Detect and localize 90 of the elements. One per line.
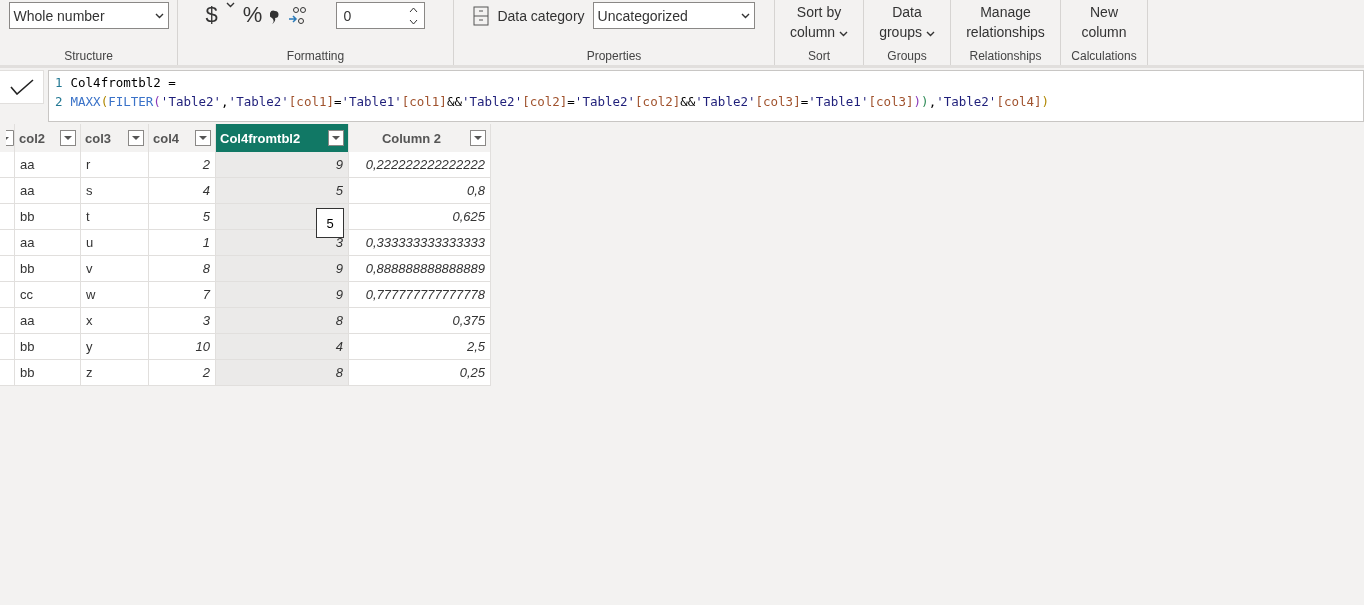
percent-button[interactable]: % (242, 2, 263, 28)
table-cell: 0,25 (349, 360, 491, 386)
table-cell: 8 (216, 308, 349, 334)
filter-dropdown-icon[interactable] (470, 130, 486, 146)
formula-editor[interactable]: 1 Col4fromtbl2 = 2 MAXX(FILTER('Table2','Table2'[col1]='Table1'[col1]&&'Table2'[col2]='Table2'[col2]&&'Table2'[col3]='Table1'[col3])),'Table2'[col4]) (48, 70, 1364, 122)
data-category-label: Data category (497, 8, 585, 24)
table-cell: 0,777777777777778 (349, 282, 491, 308)
table-cell: 2 (149, 360, 216, 386)
table-cell (0, 152, 15, 178)
chevron-down-icon (154, 12, 164, 19)
column-header[interactable]: Col4fromtbl2 (216, 124, 349, 152)
commit-button[interactable] (0, 70, 44, 104)
table-cell: 1 (149, 230, 216, 256)
table-cell: x (81, 308, 149, 334)
group-label: Formatting (285, 49, 346, 65)
table-cell: y (81, 334, 149, 360)
data-category-select[interactable]: Uncategorized (592, 2, 755, 29)
ribbon-button[interactable]: Manage relationships (962, 2, 1049, 42)
table-cell: 0,222222222222222 (349, 152, 491, 178)
group-label: Sort (807, 49, 831, 65)
table-cell: aa (15, 152, 81, 178)
table-cell: bb (15, 360, 81, 386)
table-cell: 10 (149, 334, 216, 360)
decimal-places-field[interactable]: 0 (336, 2, 426, 29)
table-cell: aa (15, 178, 81, 204)
tooltip: 5 (316, 208, 344, 238)
ribbon-button[interactable]: Data groups (875, 2, 939, 42)
table-cell (0, 230, 15, 256)
table-cell: r (81, 152, 149, 178)
chevron-down-icon (740, 12, 750, 19)
line-number: 1 (55, 75, 63, 90)
table-cell: t (81, 204, 149, 230)
filter-dropdown-icon[interactable] (6, 130, 14, 146)
table-cell (0, 256, 15, 282)
filter-dropdown-icon[interactable] (328, 130, 344, 146)
table-cell: s (81, 178, 149, 204)
table-cell (0, 178, 15, 204)
group-label: Relationships (968, 49, 1043, 65)
table-cell: 0,8 (349, 178, 491, 204)
table-cell (0, 282, 15, 308)
group-label: Structure (63, 49, 114, 65)
data-type-select[interactable]: Whole number (8, 2, 169, 29)
table-cell: 0,625 (349, 204, 491, 230)
chevron-down-icon (225, 2, 235, 8)
filter-dropdown-icon[interactable] (60, 130, 76, 146)
table-cell: z (81, 360, 149, 386)
spinner-icon[interactable] (409, 5, 419, 26)
table-cell: 8 (216, 360, 349, 386)
code-line: MAXX(FILTER('Table2','Table2'[col1]='Table1'[col1]&&'Table2'[col2]='Table2'[col2]&&'Table2'[col3]='Table1'[col3])),'Table2'[col4]) (70, 94, 1050, 109)
table-cell: aa (15, 230, 81, 256)
filter-dropdown-icon[interactable] (128, 130, 144, 146)
code-line: Col4fromtbl2 = (70, 75, 176, 90)
table-cell: 2 (149, 152, 216, 178)
table-cell: 0,888888888888889 (349, 256, 491, 282)
group-label: Calculations (1070, 49, 1138, 65)
table-cell: w (81, 282, 149, 308)
table-cell: 5 (149, 204, 216, 230)
table-cell: aa (15, 308, 81, 334)
table-cell: 0,375 (349, 308, 491, 334)
checkmark-icon (9, 79, 34, 95)
table-cell: 3 (149, 308, 216, 334)
table-cell: 8 (149, 256, 216, 282)
table-cell: 7 (149, 282, 216, 308)
table-cell: v (81, 256, 149, 282)
table-cell: 9 (216, 282, 349, 308)
group-label: Properties (585, 49, 643, 65)
table-cell: 0,333333333333333 (349, 230, 491, 256)
table-cell: cc (15, 282, 81, 308)
table-cell: 4 (216, 334, 349, 360)
table-cell (0, 360, 15, 386)
table-cell (0, 308, 15, 334)
table-cell: u (81, 230, 149, 256)
table-cell: 4 (149, 178, 216, 204)
table-cell: 5 (216, 178, 349, 204)
data-category-icon (473, 6, 490, 26)
group-label: Groups (886, 49, 928, 65)
ribbon-button[interactable]: New column (1077, 2, 1131, 42)
table-cell: bb (15, 204, 81, 230)
table-cell: 9 (216, 152, 349, 178)
table-cell: 3 (216, 230, 349, 256)
table-cell: bb (15, 256, 81, 282)
ribbon-button[interactable]: Sort by column (786, 2, 852, 42)
table-cell (0, 334, 15, 360)
table-cell: 2,5 (349, 334, 491, 360)
filter-dropdown-icon[interactable] (195, 130, 211, 146)
table-cell (0, 204, 15, 230)
table-cell: bb (15, 334, 81, 360)
currency-button[interactable]: $ (205, 2, 218, 28)
table-cell: 9 (216, 256, 349, 282)
line-number: 2 (55, 94, 63, 109)
